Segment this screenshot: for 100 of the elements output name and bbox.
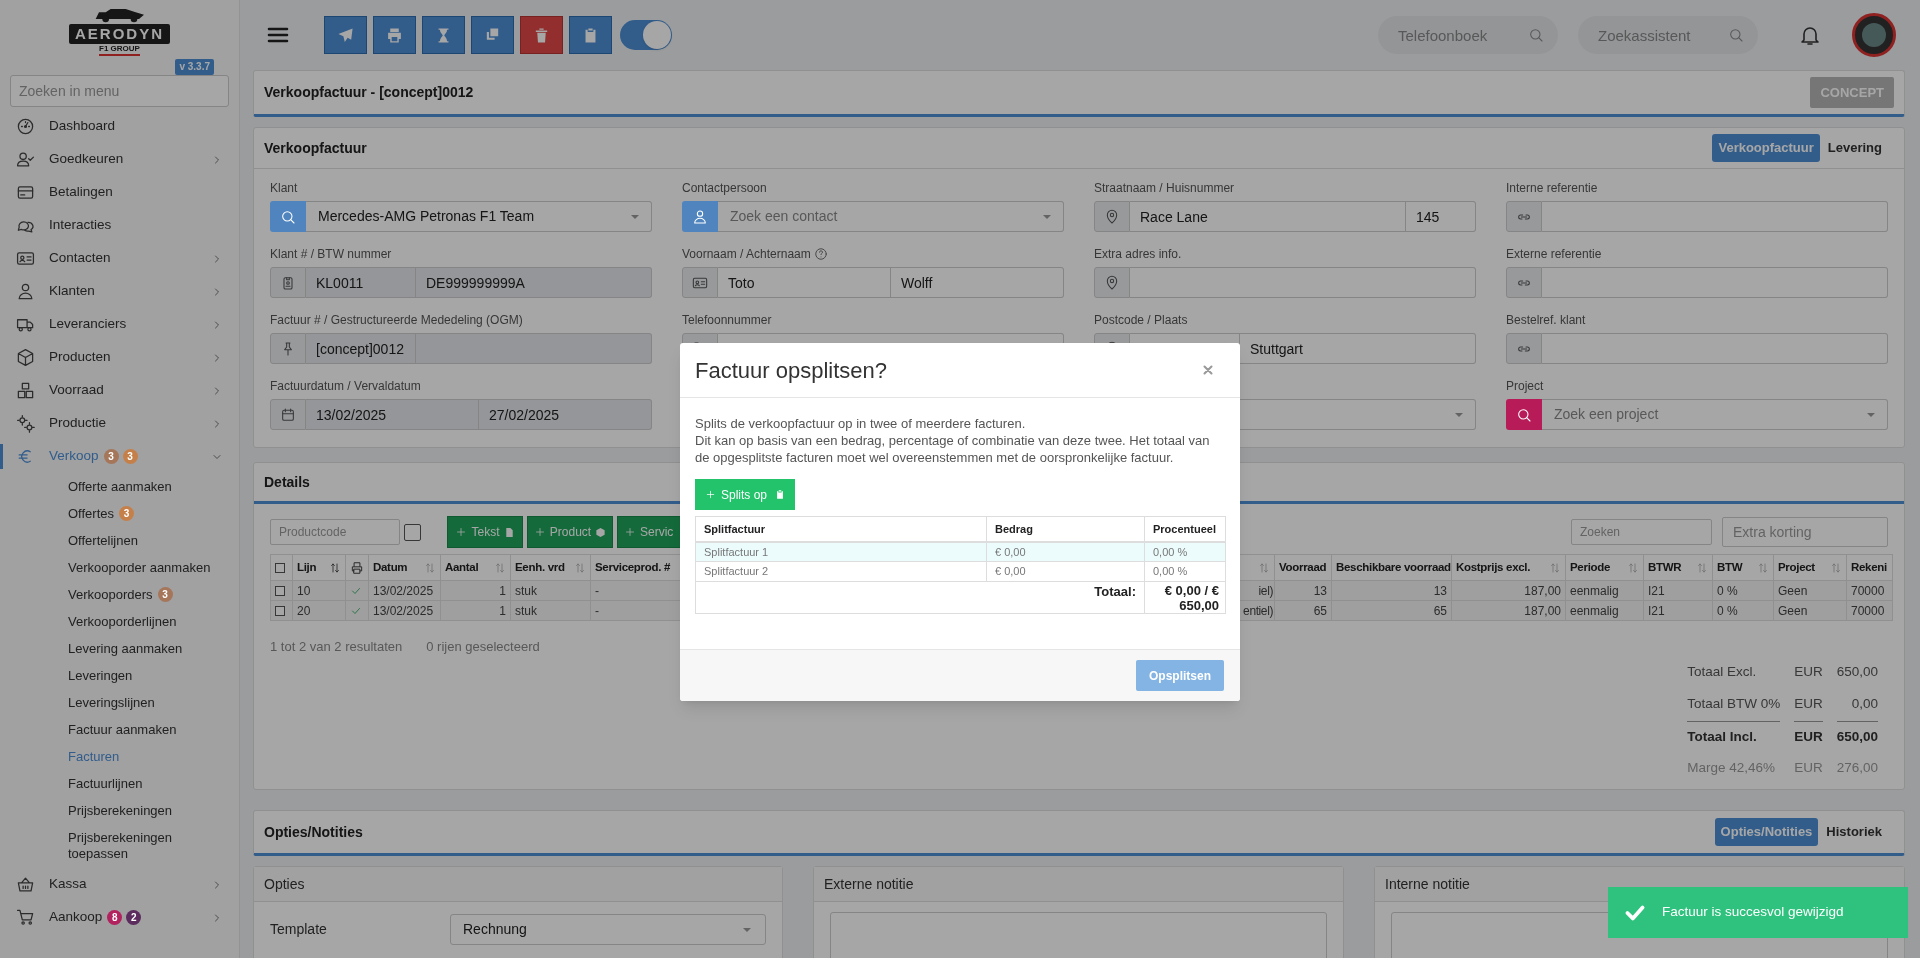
table-cell: 13/02/2025 — [373, 583, 434, 598]
toggle-switch[interactable] — [620, 20, 672, 50]
submenu-item[interactable]: Factuur aanmaken — [0, 716, 239, 743]
submenu-item[interactable]: Offerte aanmaken — [0, 473, 239, 500]
column-header: Rekeni — [1851, 559, 1887, 575]
search-field[interactable]: Telefoonboek — [1378, 16, 1558, 54]
input-field[interactable]: KL0011 — [306, 267, 416, 298]
total-currency: EUR — [1794, 720, 1823, 753]
menu-item[interactable]: Productie — [0, 407, 239, 440]
total-label: Totaal: — [1094, 584, 1136, 599]
total-amount: 0,00 — [1850, 695, 1878, 714]
input-field[interactable]: Wolff — [891, 267, 1064, 298]
search-field[interactable]: Zoekassistent — [1578, 16, 1758, 54]
submenu-item[interactable]: Verkooporders 3 — [0, 581, 239, 608]
input-field[interactable]: [concept]0012 — [306, 333, 416, 364]
submenu-item[interactable]: Levering aanmaken — [0, 635, 239, 662]
submenu-item[interactable]: Offertelijnen — [0, 527, 239, 554]
productcode-field[interactable]: Productcode — [270, 519, 400, 545]
input-field[interactable] — [1542, 267, 1888, 298]
submenu-item[interactable]: Prijsberekeningen — [0, 797, 239, 824]
field-label: Bestelref. klant — [1506, 312, 1586, 329]
table-cell: 10 — [297, 583, 311, 598]
result-count: 1 tot 2 van 2 resultaten — [270, 638, 403, 656]
menu-item[interactable]: Interacties — [0, 209, 239, 242]
dropdown[interactable]: Mercedes-AMG Petronas F1 Team — [306, 201, 652, 232]
close-icon[interactable] — [1201, 363, 1215, 377]
total-label: Marge 42,46% — [1687, 759, 1776, 778]
table-row[interactable]: Splitfactuur 1 € 0,00 0,00 % — [695, 541, 1226, 562]
plus-icon — [455, 526, 468, 538]
table-cell: 13 — [1313, 583, 1327, 598]
field-label: Postcode / Plaats — [1094, 312, 1188, 329]
input-field[interactable] — [1542, 201, 1888, 232]
field-label: Factuur # / Gestructureerde Mededeling (OGM) — [270, 312, 523, 329]
search-button[interactable] — [682, 201, 718, 232]
menu-item[interactable]: Dashboard — [0, 110, 239, 143]
submenu-item[interactable]: Verkooporderlijnen — [0, 608, 239, 635]
user-check-icon — [16, 150, 35, 169]
menu-item[interactable]: Producten — [0, 341, 239, 374]
menu-item[interactable]: Betalingen — [0, 176, 239, 209]
submenu-item[interactable]: Prijsberekeningen toepassen — [0, 824, 239, 868]
count-badge: 3 — [157, 587, 173, 602]
id-card-icon — [16, 249, 35, 268]
menu-item[interactable]: Voorraad — [0, 374, 239, 407]
menu-item[interactable]: Contacten — [0, 242, 239, 275]
toolbar-button[interactable] — [471, 16, 514, 54]
total-amount: 650,00 — [1836, 663, 1878, 682]
input-field[interactable] — [416, 333, 652, 364]
menu-item[interactable]: Verkoop 3 3 — [0, 440, 239, 473]
discount-field[interactable]: Extra korting — [1722, 517, 1888, 547]
checkbox[interactable] — [275, 605, 285, 616]
menu-item[interactable]: Aankoop 8 2 — [0, 901, 239, 934]
input-field[interactable] — [1542, 333, 1888, 364]
field-label: Interne referentie — [1506, 180, 1598, 197]
table-cell: iel) — [1258, 583, 1273, 598]
checkbox[interactable] — [275, 562, 285, 573]
avatar[interactable] — [1852, 13, 1896, 57]
field-label: Extra adres info. — [1094, 246, 1182, 263]
submenu-item[interactable]: Offertes 3 — [0, 500, 239, 527]
search-button[interactable] — [270, 201, 306, 232]
plus-icon — [624, 526, 636, 538]
submenu-item[interactable]: Leveringen — [0, 662, 239, 689]
table-cell: 1 — [499, 583, 506, 598]
menu-item[interactable]: Goedkeuren — [0, 143, 239, 176]
search-field[interactable]: Zoeken — [1571, 519, 1712, 545]
count-badge: 2 — [126, 910, 142, 925]
page-title: Verkoopfactuur - [concept]0012 — [264, 83, 474, 102]
count-badge: 3 — [119, 506, 134, 521]
table-cell: - — [595, 603, 599, 618]
submenu-item[interactable]: Leveringslijnen — [0, 689, 239, 716]
menu-item[interactable]: Leveranciers — [0, 308, 239, 341]
table-cell: eenmalig — [1570, 583, 1619, 598]
table-row[interactable]: Splitfactuur 2 € 0,00 0,00 % — [695, 561, 1226, 582]
input-field[interactable]: Toto — [718, 267, 891, 298]
tab[interactable]: Historiek — [1820, 818, 1888, 846]
table-cell: stuk — [515, 603, 537, 618]
submenu-item[interactable]: Verkooporder aanmaken — [0, 554, 239, 581]
checkbox[interactable] — [404, 523, 421, 541]
input-field[interactable]: Race Lane — [1130, 201, 1406, 232]
input-field[interactable]: Stuttgart — [1240, 333, 1476, 364]
dropdown[interactable]: Rechnung — [450, 914, 766, 945]
menu-item[interactable]: Kassa — [0, 868, 239, 901]
input-field[interactable]: DE999999999A — [416, 267, 652, 298]
input-field[interactable]: 27/02/2025 — [479, 399, 652, 430]
field-label: Telefoonnummer — [682, 312, 772, 329]
input-field[interactable] — [1130, 267, 1476, 298]
search-button[interactable] — [1506, 399, 1542, 430]
toolbar-button[interactable] — [520, 16, 563, 54]
toolbar-button[interactable] — [422, 16, 465, 54]
toolbar-button[interactable] — [569, 16, 612, 54]
input-field[interactable]: 13/02/2025 — [306, 399, 479, 430]
input-field[interactable]: 145 — [1406, 201, 1476, 232]
menu-item[interactable]: Klanten — [0, 275, 239, 308]
toolbar-button[interactable] — [373, 16, 416, 54]
logo-text: AERODYN — [69, 24, 170, 44]
menu-search-field[interactable]: Zoeken in menu — [10, 75, 229, 107]
checkbox[interactable] — [275, 585, 285, 596]
submenu-item[interactable]: Factuurlijnen — [0, 770, 239, 797]
tab[interactable]: Levering — [1821, 134, 1888, 162]
total-amount: 650,00 — [1836, 720, 1878, 753]
toolbar-button[interactable] — [324, 16, 367, 54]
